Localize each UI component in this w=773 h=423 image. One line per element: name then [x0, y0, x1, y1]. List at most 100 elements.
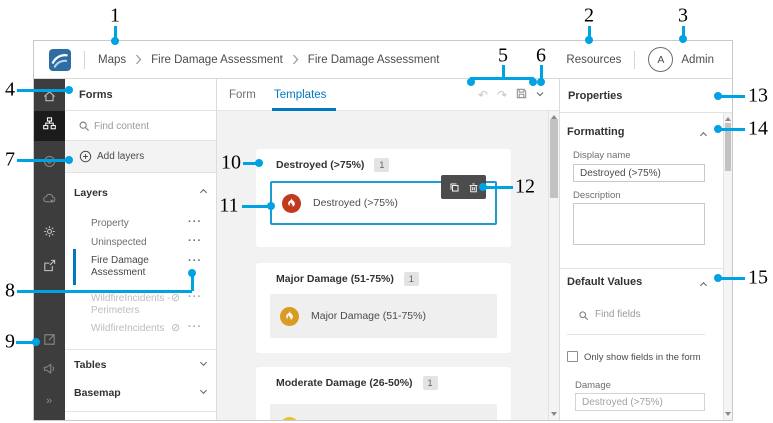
undo-button[interactable]: ↶ — [476, 88, 490, 102]
callout-number: 11 — [219, 194, 239, 217]
properties-panel: Properties Formatting Display name Descr… — [560, 79, 732, 420]
callout-line — [719, 127, 745, 131]
delete-button[interactable] — [468, 182, 479, 193]
layer-item-wildfire-perimeters[interactable]: WildfireIncidents - Perimeters — [91, 293, 180, 316]
template-group-moderate-damage: Moderate Damage (26-50%) 1 Moderate Dama… — [256, 367, 511, 420]
scroll-up-arrow[interactable] — [725, 117, 731, 121]
templates-panel: Form Templates ↶ ↷ Destroyed (>75%) 1 De… — [217, 79, 560, 420]
overflow-menu-icon[interactable]: ··· — [188, 235, 202, 247]
resources-link[interactable]: Resources — [566, 54, 621, 66]
sidebar-sharing-button[interactable] — [34, 254, 65, 282]
callout-line — [470, 76, 534, 80]
tab-templates[interactable]: Templates — [274, 79, 326, 111]
breadcrumb: Maps Fire Damage Assessment Fire Damage … — [98, 54, 439, 66]
overflow-menu-icon[interactable]: ··· — [188, 321, 202, 333]
duplicate-button[interactable] — [449, 182, 460, 193]
destroyed-symbol-icon — [282, 193, 301, 213]
search-icon — [578, 308, 589, 326]
template-group-title: Moderate Damage (26-50%) — [276, 377, 413, 389]
properties-panel-title: Properties — [560, 79, 732, 113]
app-sidebar: » — [34, 79, 65, 420]
scroll-down-arrow[interactable] — [725, 412, 731, 416]
templates-list: Destroyed (>75%) 1 Destroyed (>75%) Majo… — [217, 111, 548, 420]
basemap-section-header[interactable]: Basemap — [74, 387, 121, 399]
callout-line — [242, 204, 269, 208]
display-name-input[interactable] — [573, 164, 705, 182]
sidebar-expand-button[interactable]: » — [34, 387, 65, 415]
template-count-badge: 1 — [403, 272, 419, 286]
default-values-section-header[interactable]: Default Values — [567, 276, 642, 288]
save-menu-button[interactable] — [533, 88, 547, 102]
tab-form[interactable]: Form — [229, 79, 256, 111]
damage-field-input[interactable] — [575, 393, 705, 411]
find-content-search — [65, 111, 216, 141]
sidebar-targets-button[interactable] — [34, 150, 65, 178]
save-button[interactable] — [514, 88, 528, 102]
breadcrumb-maps[interactable]: Maps — [98, 54, 126, 66]
callout-number: 3 — [678, 4, 688, 27]
forms-icon — [42, 116, 57, 136]
layers-section-header[interactable]: Layers — [74, 187, 108, 199]
add-layers-button[interactable]: Add layers — [65, 141, 216, 173]
esri-logo — [49, 48, 71, 71]
app-header: Maps Fire Damage Assessment Fire Damage … — [34, 41, 732, 79]
sidebar-forms-button[interactable] — [34, 111, 65, 141]
callout-number: 8 — [5, 279, 15, 302]
only-show-fields-checkbox[interactable] — [567, 351, 578, 362]
breadcrumb-map-name[interactable]: Fire Damage Assessment — [151, 54, 283, 66]
chevron-up-icon[interactable] — [199, 187, 208, 199]
not-visible-icon[interactable]: ⊘ — [171, 321, 180, 334]
template-item-label: Major Damage (51-75%) — [311, 310, 426, 322]
sidebar-settings-button[interactable] — [34, 220, 65, 248]
scrollbar-thumb[interactable] — [550, 119, 558, 198]
template-count-badge: 1 — [422, 376, 438, 390]
sidebar-feedback-button[interactable] — [34, 357, 65, 385]
properties-scrollbar[interactable] — [723, 113, 732, 420]
search-input[interactable] — [94, 115, 204, 137]
callout-line — [17, 88, 66, 92]
chevron-up-icon[interactable] — [699, 276, 708, 294]
overflow-menu-icon[interactable]: ··· — [188, 216, 202, 228]
formatting-section-header[interactable]: Formatting — [567, 126, 624, 138]
find-fields-input[interactable] — [595, 306, 695, 322]
callout-line — [190, 275, 194, 291]
only-show-fields-label: Only show fields in the form — [584, 352, 701, 363]
template-item-major-damage[interactable]: Major Damage (51-75%) — [270, 294, 497, 338]
layer-item-wildfire-incidents[interactable]: WildfireIncidents — [91, 323, 180, 335]
layer-item-property[interactable]: Property — [91, 218, 180, 230]
layer-item-fire-damage-assessment[interactable]: Fire Damage Assessment — [91, 255, 180, 278]
callout-number: 4 — [5, 78, 15, 101]
callout-line — [17, 158, 66, 162]
tables-section-header[interactable]: Tables — [74, 359, 106, 371]
external-link-icon — [42, 332, 57, 352]
callout-number: 1 — [110, 4, 120, 27]
overflow-menu-icon[interactable]: ··· — [188, 291, 202, 303]
sidebar-offline-button[interactable] — [34, 187, 65, 215]
template-item-moderate-damage[interactable]: Moderate Damage (26-50%) — [270, 404, 497, 420]
description-input[interactable] — [573, 203, 705, 245]
window-body: » Forms Add layers Layers Property ··· — [34, 79, 732, 420]
templates-scrollbar[interactable] — [548, 111, 559, 420]
not-visible-icon[interactable]: ⊘ — [171, 291, 180, 304]
divider — [65, 349, 216, 350]
header-divider — [84, 50, 85, 69]
layer-item-uninspected[interactable]: Uninspected — [91, 237, 180, 249]
chevron-up-icon[interactable] — [699, 126, 708, 144]
chevrons-double-icon: » — [45, 395, 54, 407]
redo-button[interactable]: ↷ — [495, 88, 509, 102]
callout-dot — [111, 37, 119, 45]
chevron-down-icon[interactable] — [199, 387, 208, 399]
user-menu[interactable]: Admin — [681, 54, 714, 66]
scroll-down-arrow[interactable] — [551, 412, 557, 416]
editor-tabs: Form Templates ↶ ↷ — [217, 79, 559, 111]
callout-number: 15 — [748, 266, 768, 289]
template-group-title: Major Damage (51-75%) — [276, 273, 394, 285]
chevron-down-icon — [535, 88, 545, 102]
callout-line — [719, 276, 745, 280]
callout-number: 7 — [5, 148, 15, 171]
overflow-menu-icon[interactable]: ··· — [188, 255, 202, 267]
callout-dot — [65, 156, 73, 164]
avatar[interactable]: A — [648, 47, 674, 72]
callout-number: 6 — [536, 44, 546, 67]
chevron-down-icon[interactable] — [199, 359, 208, 371]
